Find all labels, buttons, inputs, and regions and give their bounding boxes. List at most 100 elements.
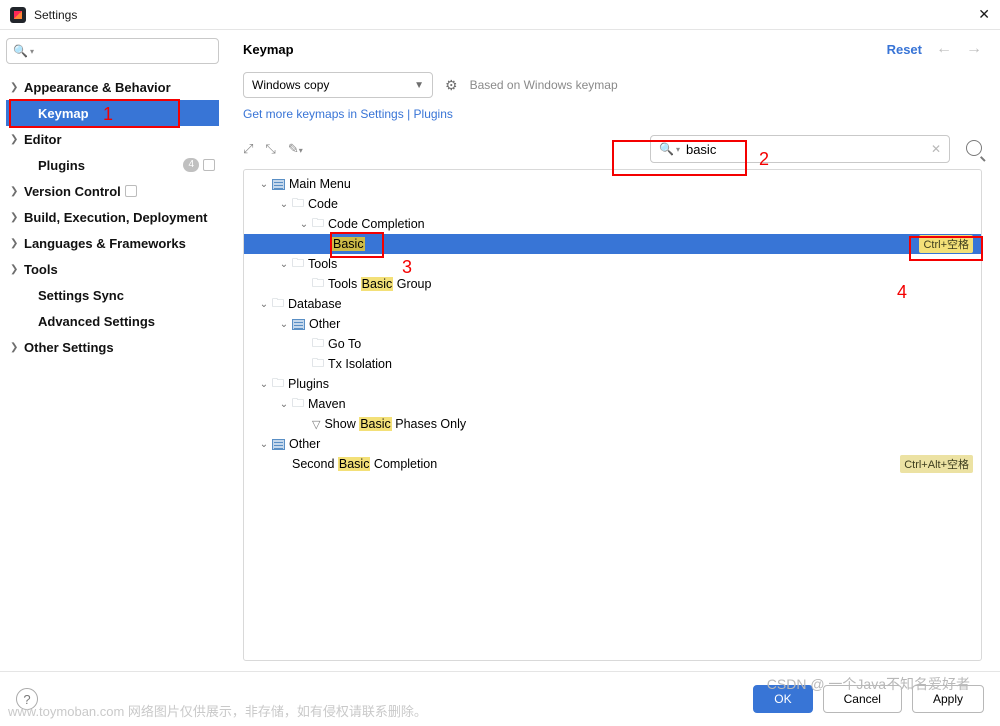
folder-icon: 🗀 bbox=[312, 334, 324, 355]
tree-row[interactable]: 🗀 Go To bbox=[244, 334, 981, 354]
tree-row[interactable]: ⌄Other bbox=[244, 434, 981, 454]
sidebar-item-other-settings[interactable]: ❯Other Settings bbox=[6, 334, 219, 360]
folder-icon: 🗀 bbox=[272, 374, 284, 395]
sidebar-item-appearance-behavior[interactable]: ❯Appearance & Behavior bbox=[6, 74, 219, 100]
tree-row-label: Plugins bbox=[288, 377, 329, 391]
menu-icon bbox=[272, 439, 285, 450]
sidebar-item-editor[interactable]: ❯Editor bbox=[6, 126, 219, 152]
back-arrow-icon: ← bbox=[936, 40, 952, 58]
chevron-right-icon: ❯ bbox=[10, 186, 24, 197]
tree-row[interactable]: Basic Ctrl+空格 bbox=[244, 234, 981, 254]
sidebar-item-label: Tools bbox=[24, 262, 58, 277]
badge: 4 bbox=[183, 158, 199, 172]
search-icon: 🔍 bbox=[13, 44, 28, 58]
expand-icon[interactable]: ⤢ bbox=[243, 141, 253, 157]
tree-row[interactable]: ⌄🗀 Database bbox=[244, 294, 981, 314]
filter-icon: ▽ bbox=[312, 418, 320, 431]
page-title: Keymap bbox=[243, 42, 294, 57]
titlebar: Settings ✕ bbox=[0, 0, 1000, 30]
tree-row-label: Code Completion bbox=[328, 217, 425, 231]
forward-arrow-icon: → bbox=[966, 40, 982, 58]
tree-row-label: Tools bbox=[308, 257, 337, 271]
chevron-right-icon: ❯ bbox=[10, 212, 24, 223]
tree-row-label: Database bbox=[288, 297, 342, 311]
sidebar-item-version-control[interactable]: ❯Version Control bbox=[6, 178, 219, 204]
shortcut-badge: Ctrl+空格 bbox=[919, 235, 973, 253]
shortcut-badge: Ctrl+Alt+空格 bbox=[900, 455, 973, 473]
tree-row[interactable]: ⌄Main Menu bbox=[244, 174, 981, 194]
tree-row[interactable]: ⌄Other bbox=[244, 314, 981, 334]
reset-link[interactable]: Reset bbox=[887, 42, 922, 57]
action-search-field[interactable] bbox=[684, 141, 931, 158]
sidebar-item-label: Advanced Settings bbox=[38, 314, 155, 329]
action-search-input[interactable]: 🔍 ▾ ✕ bbox=[650, 135, 950, 163]
tree-row[interactable]: ⌄🗀Code bbox=[244, 194, 981, 214]
tree-row[interactable]: Second Basic Completion Ctrl+Alt+空格 bbox=[244, 454, 981, 474]
tree-row-label: Basic bbox=[332, 237, 365, 251]
chevron-down-icon: ▼ bbox=[414, 80, 424, 91]
app-logo-icon bbox=[10, 7, 26, 23]
edit-icon[interactable]: ✎▾ bbox=[288, 141, 303, 157]
get-more-keymaps-link[interactable]: Get more keymaps in Settings | Plugins bbox=[243, 107, 453, 121]
collapse-icon[interactable]: ⤡ bbox=[265, 141, 275, 157]
close-icon[interactable]: ✕ bbox=[978, 6, 990, 23]
chevron-right-icon: ❯ bbox=[10, 238, 24, 249]
dropdown-value: Windows copy bbox=[252, 78, 329, 92]
sidebar-item-label: Settings Sync bbox=[38, 288, 124, 303]
tree-row-label: Tools Basic Group bbox=[328, 277, 431, 291]
tree-row[interactable]: ▽ Show Basic Phases Only bbox=[244, 414, 981, 434]
chevron-down-icon: ⌄ bbox=[296, 219, 312, 230]
sidebar-item-label: Plugins bbox=[38, 158, 85, 173]
tree-row[interactable]: 🗀Tx Isolation bbox=[244, 354, 981, 374]
chevron-down-icon: ▾ bbox=[30, 47, 34, 56]
sidebar-item-label: Other Settings bbox=[24, 340, 114, 355]
chevron-right-icon: ❯ bbox=[10, 342, 24, 353]
folder-icon: 🗀 bbox=[292, 394, 304, 415]
chevron-right-icon: ❯ bbox=[10, 134, 24, 145]
settings-content: Keymap Reset ← → Windows copy ▼ ⚙ Based … bbox=[225, 30, 1000, 671]
folder-icon: 🗀 bbox=[312, 274, 324, 295]
tree-row-label: Maven bbox=[308, 397, 346, 411]
sidebar-item-settings-sync[interactable]: ❯Settings Sync bbox=[6, 282, 219, 308]
sidebar-item-advanced-settings[interactable]: ❯Advanced Settings bbox=[6, 308, 219, 334]
clear-icon[interactable]: ✕ bbox=[931, 142, 941, 156]
actions-tree[interactable]: ⌄Main Menu⌄🗀Code⌄🗀Code CompletionBasicCt… bbox=[243, 169, 982, 661]
sidebar-item-plugins[interactable]: ❯Plugins4 bbox=[6, 152, 219, 178]
folder-icon: 🗀 bbox=[312, 214, 324, 235]
sidebar-item-build-execution-deployment[interactable]: ❯Build, Execution, Deployment bbox=[6, 204, 219, 230]
tree-row-label: Show Basic Phases Only bbox=[324, 417, 466, 431]
tree-row-label: Code bbox=[308, 197, 338, 211]
search-icon: 🔍 bbox=[659, 142, 674, 156]
tree-row[interactable]: ⌄🗀 Plugins bbox=[244, 374, 981, 394]
folder-icon: 🗀 bbox=[292, 194, 304, 215]
sidebar-item-keymap[interactable]: ❯Keymap bbox=[6, 100, 219, 126]
sidebar-item-languages-frameworks[interactable]: ❯Languages & Frameworks bbox=[6, 230, 219, 256]
sidebar-item-label: Build, Execution, Deployment bbox=[24, 210, 207, 225]
find-shortcut-icon[interactable] bbox=[966, 140, 982, 159]
chevron-right-icon: ❯ bbox=[10, 264, 24, 275]
tree-row-label: Main Menu bbox=[289, 177, 351, 191]
chevron-right-icon: ❯ bbox=[10, 82, 24, 93]
tree-row-label: Go To bbox=[328, 337, 361, 351]
tree-row[interactable]: ⌄🗀Maven bbox=[244, 394, 981, 414]
tree-row[interactable]: ⌄🗀 Code Completion bbox=[244, 214, 981, 234]
tree-row-label: Second Basic Completion bbox=[292, 457, 437, 471]
sidebar-item-label: Appearance & Behavior bbox=[24, 80, 171, 95]
menu-icon bbox=[272, 179, 285, 190]
gear-icon[interactable]: ⚙ bbox=[445, 77, 458, 94]
chevron-down-icon: ⌄ bbox=[256, 379, 272, 390]
chevron-down-icon: ⌄ bbox=[256, 439, 272, 450]
sidebar-search-input[interactable]: 🔍 ▾ bbox=[6, 38, 219, 64]
tree-row[interactable]: ⌄🗀Tools bbox=[244, 254, 981, 274]
chevron-down-icon: ⌄ bbox=[276, 259, 292, 270]
tree-row[interactable]: 🗀 Tools Basic Group bbox=[244, 274, 981, 294]
keymap-dropdown[interactable]: Windows copy ▼ bbox=[243, 72, 433, 98]
chevron-down-icon: ▾ bbox=[676, 145, 680, 154]
sidebar-item-tools[interactable]: ❯Tools bbox=[6, 256, 219, 282]
chevron-down-icon: ⌄ bbox=[256, 299, 272, 310]
menu-icon bbox=[292, 319, 305, 330]
sidebar-item-label: Version Control bbox=[24, 184, 121, 199]
sidebar-item-label: Editor bbox=[24, 132, 62, 147]
sidebar-item-label: Keymap bbox=[38, 106, 89, 121]
folder-icon: 🗀 bbox=[272, 294, 284, 315]
